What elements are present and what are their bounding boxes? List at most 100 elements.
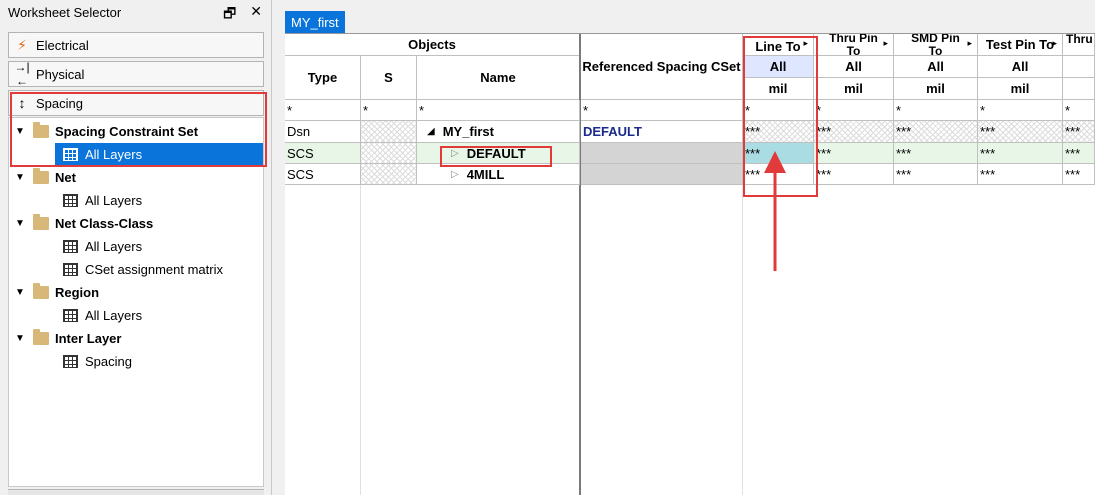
col-header-thru-partial[interactable]: Thru [1063, 34, 1095, 56]
unit-cell-test-pin-to: mil [978, 78, 1063, 100]
filter-cell-name[interactable]: * [417, 100, 580, 121]
filter-cell-thru-partial[interactable]: * [1063, 100, 1095, 121]
tree-item-ncc-all-layers[interactable]: All Layers [63, 235, 142, 257]
col-header-smd-pin-to[interactable]: SMD Pin To ▸ [894, 34, 978, 56]
row-2-thru-pin-to[interactable]: *** [814, 164, 894, 185]
tree-label: All Layers [85, 192, 143, 208]
worksheet-selector-title-bar: Worksheet Selector 🗗 ✕ [0, 0, 272, 24]
col-header-name[interactable]: Name [417, 56, 580, 100]
row-0-s[interactable] [361, 121, 417, 143]
expand-arrow-icon[interactable]: ▸ [967, 38, 972, 49]
row-2-s[interactable] [361, 164, 417, 185]
row-0-type[interactable]: Dsn [285, 121, 361, 143]
worksheet-icon [63, 239, 78, 253]
row-1-thru-partial[interactable]: *** [1063, 143, 1095, 164]
row-1-type[interactable]: SCS [285, 143, 361, 164]
all-cell-thru-pin-to[interactable]: All [814, 56, 894, 78]
all-cell-smd-pin-to[interactable]: All [894, 56, 978, 78]
tree-folder-spacing-constraint-set[interactable]: ▼ Spacing Constraint Set [15, 120, 263, 142]
row-1-thru-pin-to[interactable]: *** [814, 143, 894, 164]
collapse-triangle-icon[interactable]: ▼ [15, 172, 27, 183]
category-electrical[interactable]: ⚡ Electrical [8, 32, 264, 58]
constraint-manager-window: Worksheet Selector 🗗 ✕ ⚡ Electrical →|← … [0, 0, 1095, 495]
tree-folder-inter-layer[interactable]: ▼ Inter Layer [15, 327, 121, 349]
tree-label: All Layers [85, 238, 143, 254]
col-header-test-pin-to[interactable]: Test Pin To ▸ [978, 34, 1063, 56]
row-2-thru-partial[interactable]: *** [1063, 164, 1095, 185]
tree-item-net-all-layers[interactable]: All Layers [63, 189, 142, 211]
unit-cell-line-to: mil [743, 78, 814, 100]
collapsed-triangle-icon[interactable]: ▷ [451, 169, 459, 180]
filter-cell-thru-pin-to[interactable]: * [814, 100, 894, 121]
col-header-thru-pin-to[interactable]: Thru Pin To ▸ [814, 34, 894, 56]
tree-item-region-all-layers[interactable]: All Layers [63, 304, 142, 326]
row-1-test-pin-to[interactable]: *** [978, 143, 1063, 164]
empty-grid-area [285, 185, 1095, 495]
filter-cell-s[interactable]: * [361, 100, 417, 121]
row-1-ref[interactable] [581, 143, 743, 164]
row-2-smd-pin-to[interactable]: *** [894, 164, 978, 185]
row-2-test-pin-to[interactable]: *** [978, 164, 1063, 185]
row-0-smd-pin-to[interactable]: *** [894, 121, 978, 143]
col-header-line-to[interactable]: Line To ▸ [743, 34, 814, 56]
panel-bottom-bar [8, 489, 264, 495]
collapse-triangle-icon[interactable]: ▼ [15, 126, 27, 137]
row-2-type[interactable]: SCS [285, 164, 361, 185]
tree-folder-net[interactable]: ▼ Net [15, 166, 76, 188]
tree-item-cset-assignment-matrix[interactable]: CSet assignment matrix [63, 258, 223, 280]
col-label: Test Pin To [985, 37, 1055, 52]
worksheet-area: MY_first Objects Type S Name Referenced … [280, 0, 1095, 495]
filter-cell-smd-pin-to[interactable]: * [894, 100, 978, 121]
row-1-s[interactable] [361, 143, 417, 164]
row-0-test-pin-to[interactable]: *** [978, 121, 1063, 143]
tree-label: All Layers [85, 146, 143, 162]
row-0-ref[interactable]: DEFAULT [581, 121, 743, 143]
tree-folder-net-class-class[interactable]: ▼ Net Class-Class [15, 212, 153, 234]
row-name-label: DEFAULT [466, 145, 526, 161]
category-spacing[interactable]: ↕ Spacing [8, 90, 264, 116]
row-0-name[interactable]: ◢ MY_first [417, 121, 580, 143]
lightning-icon: ⚡ [17, 36, 27, 53]
tree-label: Region [55, 284, 100, 300]
filter-cell-line-to[interactable]: * [743, 100, 814, 121]
category-physical[interactable]: →|← Physical [8, 60, 264, 88]
filter-cell-ref[interactable]: * [581, 100, 743, 121]
row-2-ref[interactable] [581, 164, 743, 185]
filter-cell-type[interactable]: * [285, 100, 361, 121]
tree-item-scs-all-layers[interactable]: All Layers [55, 143, 263, 165]
objects-header: Objects [285, 34, 580, 56]
row-2-name[interactable]: ▷ 4MILL [417, 164, 580, 185]
tree-label: All Layers [85, 307, 143, 323]
col-header-s[interactable]: S [361, 56, 417, 100]
col-label: Thru [1066, 34, 1093, 46]
expand-arrow-icon[interactable]: ▸ [883, 38, 888, 49]
collapse-triangle-icon[interactable]: ▼ [15, 218, 27, 229]
collapse-triangle-icon[interactable]: ▼ [15, 287, 27, 298]
all-cell-line-to[interactable]: All [743, 56, 814, 78]
folder-icon [33, 167, 49, 184]
filter-cell-test-pin-to[interactable]: * [978, 100, 1063, 121]
all-cell-test-pin-to[interactable]: All [978, 56, 1063, 78]
expand-arrow-icon[interactable]: ▸ [803, 38, 808, 49]
collapse-triangle-icon[interactable]: ▼ [15, 333, 27, 344]
col-header-type[interactable]: Type [285, 56, 361, 100]
row-1-name[interactable]: ▷ DEFAULT [417, 143, 580, 164]
col-header-ref-spacing-cset[interactable]: Referenced Spacing CSet [581, 34, 743, 100]
row-0-line-to[interactable]: *** [743, 121, 814, 143]
expanded-triangle-icon[interactable]: ◢ [427, 126, 435, 137]
col-label: SMD Pin To [911, 34, 960, 56]
col-label: Thru Pin To [829, 34, 878, 56]
collapsed-triangle-icon[interactable]: ▷ [451, 148, 459, 159]
close-icon[interactable]: ✕ [250, 3, 262, 27]
tree-item-inter-layer-spacing[interactable]: Spacing [63, 350, 132, 372]
category-physical-label: Physical [36, 66, 85, 82]
row-1-smd-pin-to[interactable]: *** [894, 143, 978, 164]
tree-folder-region[interactable]: ▼ Region [15, 281, 99, 303]
spacing-worksheet-grid: Objects Type S Name Referenced Spacing C… [285, 33, 1095, 495]
expand-arrow-icon[interactable]: ▸ [1052, 38, 1057, 49]
all-cell-thru-partial[interactable] [1063, 56, 1095, 78]
row-0-thru-pin-to[interactable]: *** [814, 121, 894, 143]
row-0-thru-partial[interactable]: *** [1063, 121, 1095, 143]
tab-my-first[interactable]: MY_first [285, 11, 345, 33]
restore-icon[interactable]: 🗗 [223, 3, 236, 27]
